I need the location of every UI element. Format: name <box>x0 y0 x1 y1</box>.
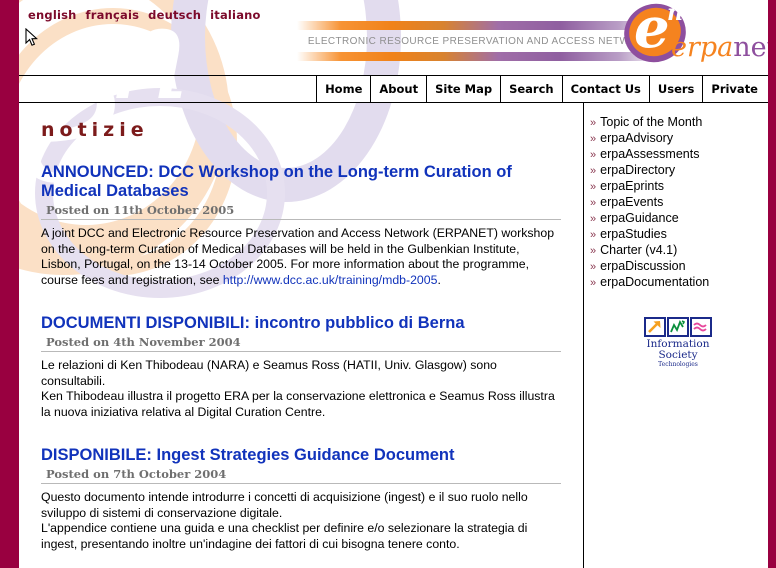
site-tagline: ELECTRONIC RESOURCE PRESERVATION AND ACC… <box>307 36 653 47</box>
news-item-body: Le relazioni di Ken Thibodeau (NARA) e S… <box>41 358 555 419</box>
chevron-right-icon: » <box>590 197 597 209</box>
arrow-up-right-icon <box>644 317 666 337</box>
language-nav: english français deutsch italiano <box>28 8 270 22</box>
ist-icon-boxes <box>628 317 728 337</box>
logo-wordmark-net: net <box>733 32 768 63</box>
nav-item-home[interactable]: Home <box>316 76 371 102</box>
browser-page: e n english français deutsch italiano ELECT… <box>0 0 776 568</box>
news-item-body-tail: . <box>437 272 441 287</box>
sidebar-item-charter[interactable]: » Charter (v4.1) <box>590 243 768 259</box>
chevron-right-icon: » <box>590 181 597 193</box>
logo-letter-e: e <box>634 0 670 61</box>
sidebar-item-label: erpaAdvisory <box>600 131 674 145</box>
sidebar-item-erpaadvisory[interactable]: » erpaAdvisory <box>590 131 768 147</box>
nav-item-contact-us[interactable]: Contact Us <box>561 76 649 102</box>
sidebar-item-label: erpaEprints <box>600 179 665 193</box>
ist-logo-subcaption: Technologies <box>658 361 698 368</box>
news-item-title[interactable]: DISPONIBILE: Ingest Strategies Guidance … <box>41 446 561 465</box>
page-canvas: e n english français deutsch italiano ELECT… <box>19 0 768 568</box>
news-item-title[interactable]: ANNOUNCED: DCC Workshop on the Long-term… <box>41 163 561 201</box>
news-item-body: A joint DCC and Electronic Resource Pres… <box>41 226 561 288</box>
main-nav: Home About Site Map Search Contact Us Us… <box>19 75 768 103</box>
chevron-right-icon: » <box>590 245 597 257</box>
sidebar-item-erpaevents[interactable]: » erpaEvents <box>590 195 768 211</box>
sidebar-item-label: erpaDirectory <box>600 163 676 177</box>
nav-item-about[interactable]: About <box>370 76 427 102</box>
chevron-right-icon: » <box>590 277 597 289</box>
ist-logo-caption: Information Society <box>646 338 710 361</box>
sidebar: » Topic of the Month » erpaAdvisory » erpaA… <box>583 103 768 568</box>
news-item-body: Questo documento intende introdurre i co… <box>41 490 528 551</box>
sidebar-item-label: Charter (v4.1) <box>600 243 678 257</box>
chevron-right-icon: » <box>590 149 597 161</box>
news-item-date: Posted on 4th November 2004 <box>41 335 561 352</box>
chevron-right-icon: » <box>590 165 597 177</box>
news-item-title[interactable]: DOCUMENTI DISPONIBILI: incontro pubblico… <box>41 314 561 333</box>
language-link-deutsch[interactable]: deutsch <box>148 8 201 22</box>
sidebar-item-label: erpaGuidance <box>600 211 679 225</box>
tagline-banner: ELECTRONIC RESOURCE PRESERVATION AND ACC… <box>297 21 663 61</box>
page-title: notizie <box>41 119 149 141</box>
language-link-italiano[interactable]: italiano <box>210 8 261 22</box>
nav-item-site-map[interactable]: Site Map <box>426 76 501 102</box>
sidebar-item-erpaguidance[interactable]: » erpaGuidance <box>590 211 768 227</box>
sidebar-list: » Topic of the Month » erpaAdvisory » erpaA… <box>590 115 768 291</box>
sidebar-item-erpadiscussion[interactable]: » erpaDiscussion <box>590 259 768 275</box>
language-link-english[interactable]: english <box>28 8 77 22</box>
news-list: ANNOUNCED: DCC Workshop on the Long-term… <box>41 163 561 552</box>
nav-item-private[interactable]: Private <box>702 76 768 102</box>
page-columns: notizie ANNOUNCED: DCC Workshop on the L… <box>19 103 768 568</box>
nav-item-search[interactable]: Search <box>500 76 562 102</box>
news-item: DOCUMENTI DISPONIBILI: incontro pubblico… <box>41 314 561 420</box>
news-item-link[interactable]: http://www.dcc.ac.uk/training/mdb-2005 <box>223 273 438 287</box>
line-chart-icon <box>667 317 689 337</box>
sidebar-item-label: erpaStudies <box>600 227 667 241</box>
sidebar-item-label: erpaEvents <box>600 195 664 209</box>
sidebar-item-erpaeprints[interactable]: » erpaEprints <box>590 179 768 195</box>
site-header: english français deutsch italiano ELECTRONI… <box>19 0 768 75</box>
chevron-right-icon: » <box>590 117 597 129</box>
sidebar-item-label: erpaAssessments <box>600 147 700 161</box>
main-content-column: notizie ANNOUNCED: DCC Workshop on the L… <box>19 103 583 568</box>
news-item-date: Posted on 11th October 2005 <box>41 203 561 220</box>
sidebar-item-erpadirectory[interactable]: » erpaDirectory <box>590 163 768 179</box>
gradient-bar-top <box>297 21 663 30</box>
news-item: DISPONIBILE: Ingest Strategies Guidance … <box>41 446 561 552</box>
news-item-date: Posted on 7th October 2004 <box>41 467 561 484</box>
language-link-francais[interactable]: français <box>86 8 140 22</box>
sidebar-item-label: Topic of the Month <box>600 115 703 129</box>
sidebar-item-label: erpaDiscussion <box>600 259 686 273</box>
logo-superscript-n: n <box>667 0 683 26</box>
chevron-right-icon: » <box>590 133 597 145</box>
erpanet-logo[interactable]: e n erpanet <box>616 0 768 72</box>
page-frame-left-border <box>0 0 19 568</box>
gradient-bar-bottom <box>297 52 663 61</box>
nav-item-users[interactable]: Users <box>648 76 703 102</box>
logo-wordmark: erpanet <box>671 34 768 61</box>
chevron-right-icon: » <box>590 229 597 241</box>
chevron-right-icon: » <box>590 261 597 273</box>
chevron-right-icon: » <box>590 213 597 225</box>
sidebar-item-erpadocumentation[interactable]: » erpaDocumentation <box>590 275 768 291</box>
sidebar-item-erpastudies[interactable]: » erpaStudies <box>590 227 768 243</box>
waves-icon <box>690 317 712 337</box>
news-item: ANNOUNCED: DCC Workshop on the Long-term… <box>41 163 561 288</box>
logo-wordmark-erpa: erpa <box>671 32 734 63</box>
information-society-technologies-logo: Information Society Technologies <box>628 317 728 369</box>
page-frame-right-border <box>768 0 776 568</box>
sidebar-item-topic-of-the-month[interactable]: » Topic of the Month <box>590 115 768 131</box>
sidebar-item-label: erpaDocumentation <box>600 275 710 289</box>
sidebar-item-erpaassessments[interactable]: » erpaAssessments <box>590 147 768 163</box>
